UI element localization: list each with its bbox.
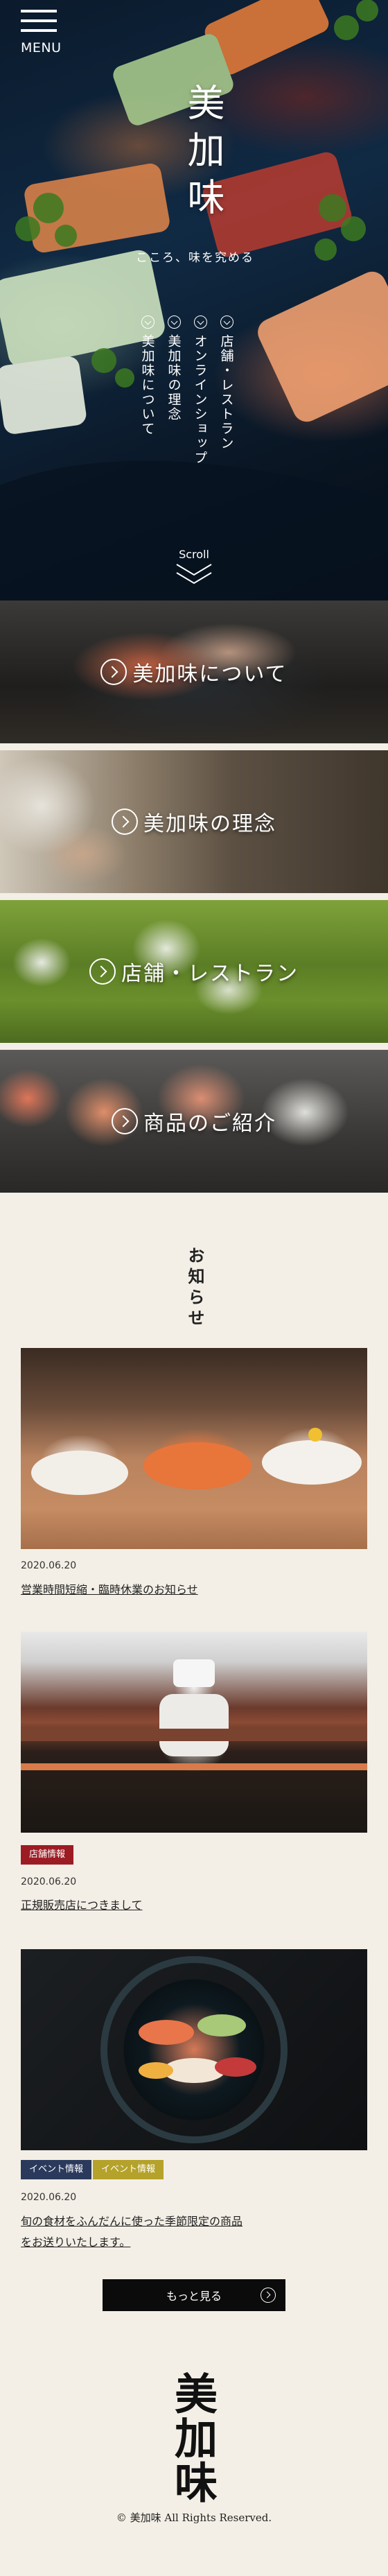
- banner-label-wrap: 商品のご紹介: [0, 1050, 388, 1193]
- chevron-circle-icon: [193, 315, 207, 329]
- menu-label: MENU: [21, 40, 62, 55]
- banner-label-wrap: 美加味の理念: [0, 750, 388, 893]
- chevron-circle-icon: [167, 315, 181, 329]
- banner-products[interactable]: 商品のご紹介: [0, 1050, 388, 1193]
- scroll-indicator[interactable]: Scroll: [173, 548, 215, 586]
- menu-button[interactable]: MENU: [21, 8, 62, 55]
- news-date: 2020.06.20: [21, 1876, 77, 1887]
- hero-nav-shops[interactable]: 店舗・レストラン: [213, 315, 240, 465]
- banner-label: 店舗・レストラン: [121, 962, 299, 986]
- hero-nav-label: オンラインショップ: [192, 334, 208, 465]
- hero-nav-label: 美加味の理念: [166, 334, 182, 422]
- news-image[interactable]: [21, 1949, 367, 2150]
- nigiri-illustration: [31, 1428, 362, 1495]
- news-title-link[interactable]: 正規販売店につきまして: [21, 1895, 143, 1916]
- hero-nav: 店舗・レストラン オンラインショップ 美加味の理念 美加味について: [134, 315, 240, 465]
- hero-nav-about[interactable]: 美加味について: [134, 315, 161, 465]
- chevron-circle-icon: [89, 958, 116, 985]
- chevron-circle-icon: [141, 315, 155, 329]
- scroll-label: Scroll: [179, 548, 209, 561]
- chef-counter-illustration: [21, 1659, 367, 1770]
- menu-bar-icon: [21, 19, 57, 22]
- menu-bar-icon: [21, 10, 57, 12]
- sashimi-bowl-illustration: [100, 1956, 288, 2143]
- news-title-line: をお送りいたします。: [21, 2236, 131, 2249]
- banner-shops[interactable]: 店舗・レストラン: [0, 900, 388, 1043]
- tag-event-info[interactable]: イベント情報: [21, 2160, 92, 2179]
- more-button[interactable]: もっと見る: [103, 2279, 285, 2311]
- news-title-link[interactable]: 営業時間短縮・臨時休業のお知らせ: [21, 1580, 198, 1600]
- more-button-label: もっと見る: [166, 2290, 222, 2303]
- chevron-circle-icon: [112, 809, 138, 835]
- tag-event-info[interactable]: イベント情報: [93, 2160, 164, 2179]
- chevron-circle-icon: [112, 1108, 138, 1134]
- news-date: 2020.06.20: [21, 2192, 77, 2203]
- banner-label: 美加味の理念: [143, 812, 276, 836]
- hero-nav-label: 美加味について: [139, 334, 155, 436]
- hero-section: MENU 美加味 こころ、味を究める 店舗・レストラン オンラインショップ 美加…: [0, 0, 388, 600]
- news-image[interactable]: [21, 1348, 367, 1549]
- chevron-circle-icon: [261, 2288, 276, 2303]
- hero-nav-philosophy[interactable]: 美加味の理念: [161, 315, 187, 465]
- double-chevron-down-icon: [176, 564, 212, 585]
- banner-label: 美加味について: [132, 662, 288, 686]
- copyright-text: © 美加味 All Rights Reserved.: [116, 2512, 272, 2524]
- tag-shop-info[interactable]: 店舗情報: [21, 1845, 74, 1865]
- news-title-link[interactable]: 旬の食材をふんだんに使った季節限定の商品 をお送りいたします。: [21, 2211, 242, 2253]
- banner-philosophy[interactable]: 美加味の理念: [0, 750, 388, 893]
- hero-nav-label: 店舗・レストラン: [218, 334, 234, 451]
- hero-nav-online-shop[interactable]: オンラインショップ: [187, 315, 213, 465]
- banner-label: 商品のご紹介: [143, 1112, 276, 1136]
- news-section-title: お知らせ: [185, 1247, 205, 1330]
- chevron-circle-icon: [100, 659, 127, 685]
- footer-logo: 美加味: [167, 2371, 218, 2505]
- hero-logo: 美加味: [181, 83, 224, 225]
- hero-tagline: こころ、味を究める: [136, 251, 254, 265]
- menu-bar-icon: [21, 29, 57, 32]
- banner-about[interactable]: 美加味について: [0, 600, 388, 743]
- banner-label-wrap: 店舗・レストラン: [0, 900, 388, 1043]
- chevron-circle-icon: [220, 315, 233, 329]
- banner-label-wrap: 美加味について: [0, 600, 388, 743]
- news-title-line: 旬の食材をふんだんに使った季節限定の商品: [21, 2215, 243, 2228]
- news-image[interactable]: [21, 1632, 367, 1833]
- news-date: 2020.06.20: [21, 1560, 77, 1571]
